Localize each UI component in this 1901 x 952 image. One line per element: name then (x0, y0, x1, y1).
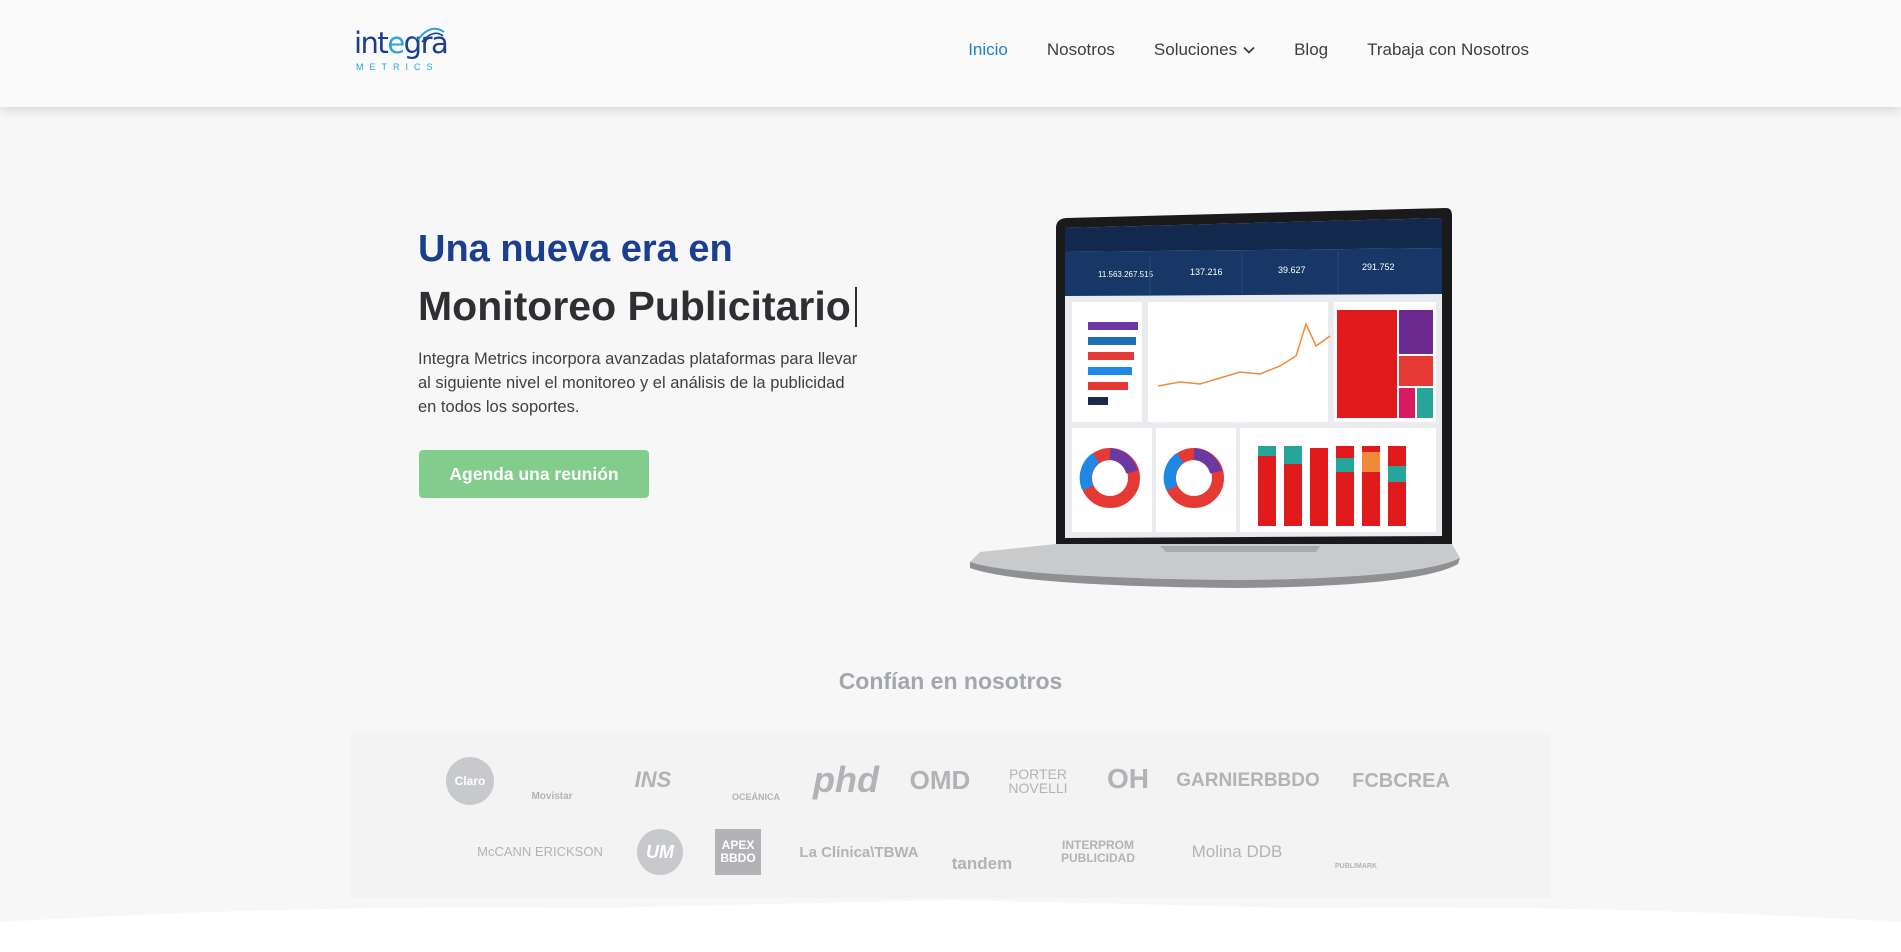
client-logo-interprom: INTERPROM PUBLICIDAD (1061, 838, 1135, 865)
schedule-meeting-button[interactable]: Agenda una reunión (419, 450, 649, 498)
client-logo-porter-novelli: PORTER NOVELLI (1008, 766, 1068, 796)
kpi-1-value: 11.563.267.515 (1098, 270, 1154, 279)
client-logo-oceanica: OCEÁNICA (731, 792, 780, 802)
client-logo-fcb-crea: FCBCREA (1352, 769, 1450, 792)
client-logo-phd: phd (813, 759, 879, 800)
kpi-4-value: 291.752 (1362, 262, 1395, 272)
hero-title-text: Monitoreo Publicitario (418, 283, 851, 329)
typing-caret (854, 286, 857, 327)
nav-inicio[interactable]: Inicio (968, 40, 1008, 60)
nav-trabaja[interactable]: Trabaja con Nosotros (1367, 40, 1529, 60)
nav-nosotros[interactable]: Nosotros (1047, 40, 1115, 60)
hero-title-line1: Una nueva era en (418, 228, 733, 270)
client-logo-apex-bbdo: APEX BBDO (715, 829, 761, 875)
client-logo-oh: OH (1107, 763, 1149, 794)
client-logo-mccann: McCANN ERICKSON (477, 843, 603, 859)
laptop-dashboard-image: 11.563.267.515 137.216 39.627 291.752 (970, 208, 1460, 588)
kpi-3-value: 39.627 (1278, 265, 1306, 275)
client-logo-molina-ddb: Molina DDB (1191, 842, 1283, 861)
nav-soluciones[interactable]: Soluciones (1154, 40, 1255, 60)
client-logo-publimark: PUBLIMARK (1335, 863, 1377, 870)
client-logo-garnier-bbdo: GARNIERBBDO (1176, 770, 1320, 791)
client-logo-claro: Claro (446, 757, 494, 805)
client-logo-movistar: Movistar (531, 791, 573, 802)
hero-description: Integra Metrics incorpora avanzadas plat… (418, 350, 858, 416)
logo-swoosh-icon (417, 27, 445, 43)
hero-title-line2: Monitoreo Publicitario (418, 283, 857, 330)
clients-title: Confían en nosotros (838, 668, 1063, 694)
main-nav: Inicio Nosotros Soluciones Blog Trabaja … (968, 40, 1529, 60)
site-header: integra METRICS Inicio Nosotros Solucion… (0, 0, 1901, 107)
kpi-2-value: 137.216 (1190, 267, 1223, 277)
nav-blog[interactable]: Blog (1294, 40, 1328, 60)
client-logo-la-clinica: La Clínica\TBWA (799, 843, 919, 861)
section-divider-wave (0, 900, 1901, 952)
client-logo-tandem: tandem (951, 854, 1013, 873)
integra-metrics-logo[interactable]: integra METRICS (354, 24, 449, 76)
client-logo-omd: OMD (909, 764, 971, 795)
nav-soluciones-label: Soluciones (1153, 40, 1238, 59)
client-logo-ins: INS (634, 767, 672, 792)
chevron-down-icon (1243, 46, 1255, 54)
client-logo-um: UM (637, 829, 683, 875)
logo-subtitle: METRICS (356, 62, 439, 72)
